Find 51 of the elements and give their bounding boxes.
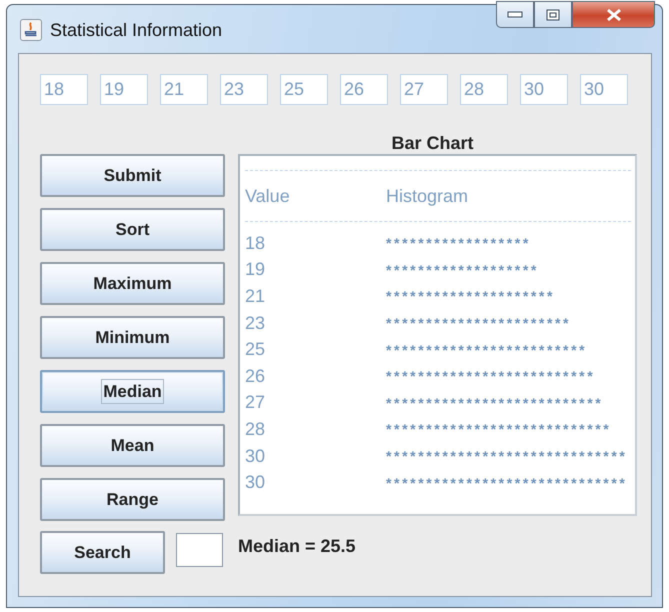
asterisk-text: *********************: [386, 288, 556, 304]
value-text: 25: [245, 339, 266, 360]
asterisk-text: ******************: [386, 235, 531, 252]
number-field[interactable]: 18: [40, 74, 88, 105]
minimize-icon: [507, 10, 523, 18]
close-icon: [606, 8, 622, 22]
search-button[interactable]: Search: [40, 531, 165, 574]
stat-button[interactable]: Mean: [40, 424, 225, 467]
value-text: 30: [245, 446, 266, 467]
asterisk-text: ***************************: [386, 394, 604, 411]
column-header: Value: [245, 186, 291, 206]
value-text: 19: [245, 259, 266, 280]
value-text: 30: [245, 472, 266, 494]
stat-button[interactable]: Median: [40, 370, 225, 413]
asterisk-text: ******************************: [386, 448, 628, 464]
stat-button[interactable]: Submit: [40, 154, 225, 197]
number-field[interactable]: 25: [280, 74, 328, 105]
value-text: 28: [245, 418, 266, 440]
close-button[interactable]: [572, 1, 655, 28]
value-text: 18: [245, 232, 266, 254]
result-label: Median = 25.5: [238, 536, 356, 557]
stat-button[interactable]: Sort: [40, 208, 225, 251]
number-field[interactable]: 21: [160, 74, 208, 105]
asterisk-text: *************************: [386, 342, 588, 358]
search-field[interactable]: [176, 532, 223, 566]
stat-button[interactable]: Range: [40, 478, 225, 521]
column-header: Histogram: [386, 186, 468, 206]
asterisk-text: *******************: [386, 262, 539, 278]
value-text: 27: [245, 392, 266, 414]
window-title: Statistical Information: [50, 20, 222, 41]
number-field[interactable]: 30: [580, 74, 628, 105]
asterisk-text: ***********************: [386, 315, 572, 332]
value-text: 26: [245, 366, 266, 387]
maximize-button[interactable]: [534, 1, 572, 28]
chart-title: Bar Chart: [390, 132, 475, 154]
maximize-icon: [546, 8, 560, 20]
number-field[interactable]: 23: [220, 74, 268, 105]
java-cup-icon: [20, 19, 42, 41]
number-field[interactable]: 27: [400, 74, 448, 105]
number-field[interactable]: 28: [460, 74, 508, 105]
stat-button[interactable]: Maximum: [40, 262, 225, 305]
minimize-button[interactable]: [496, 1, 534, 28]
asterisk-text: **************************: [386, 368, 596, 384]
asterisk-text: ******************************: [386, 474, 628, 491]
value-text: 23: [245, 312, 266, 334]
number-field[interactable]: 19: [100, 74, 148, 105]
stat-button[interactable]: Minimum: [40, 316, 225, 359]
value-text: 21: [245, 286, 266, 307]
number-field[interactable]: 30: [520, 74, 568, 105]
asterisk-text: ****************************: [386, 421, 612, 438]
number-field[interactable]: 26: [340, 74, 388, 105]
